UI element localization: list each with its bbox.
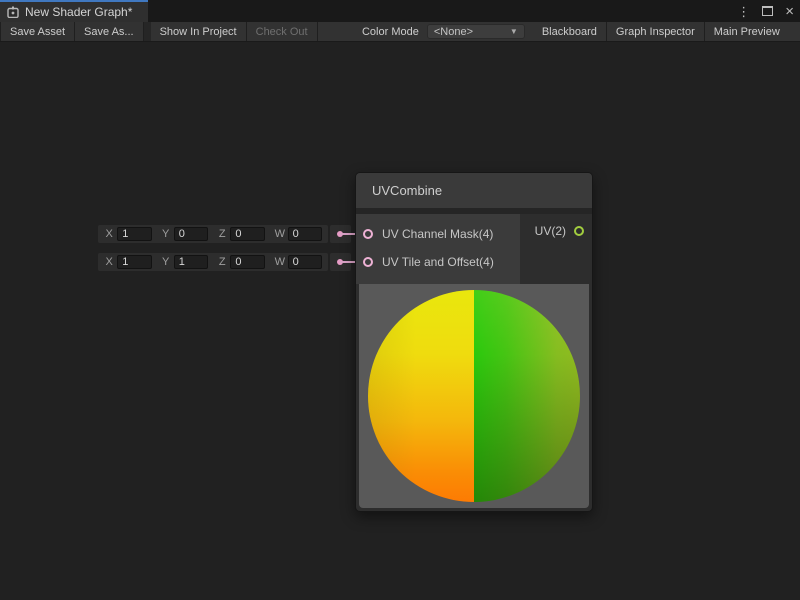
z-field[interactable]: 0 [230,227,264,241]
output-port-row: UV(2) [520,224,584,238]
uv-preview-sphere [368,290,580,502]
tab-bar: New Shader Graph* ⋮ × [0,0,800,22]
input-port-row: UV Tile and Offset(4) [356,248,520,276]
y-field[interactable]: 0 [174,227,208,241]
uv-preview-right-half [474,290,580,502]
y-label: Y [162,228,170,240]
w-field[interactable]: 0 [288,255,322,269]
toolbar-group-gap [144,22,151,41]
close-icon[interactable]: × [785,4,794,19]
node-output-section: UV(2) [520,214,592,284]
z-field[interactable]: 0 [230,255,264,269]
color-mode-value: <None> [434,26,473,38]
input-port-icon[interactable] [363,257,373,267]
node-title: UVCombine [372,183,442,198]
input-port-row: UV Channel Mask(4) [356,220,520,248]
shader-graph-icon [7,6,19,18]
x-label: X [105,256,113,268]
x-field[interactable]: 1 [117,255,151,269]
z-label: Z [218,256,226,268]
input-port-label: UV Tile and Offset(4) [382,255,494,269]
node-body: UV Channel Mask(4) UV Tile and Offset(4)… [356,214,592,284]
w-label: W [275,256,284,268]
toolbar: Save Asset Save As... Show In Project Ch… [0,22,800,42]
node-input-section: UV Channel Mask(4) UV Tile and Offset(4) [356,214,520,284]
show-in-project-button[interactable]: Show In Project [151,22,247,41]
w-label: W [275,228,284,240]
window-controls: ⋮ × [737,0,794,22]
x-label: X [105,228,113,240]
w-field[interactable]: 0 [288,227,322,241]
z-label: Z [218,228,226,240]
check-out-button: Check Out [247,22,318,41]
vector4-input-row-1: X 1 Y 0 Z 0 W 0 [98,225,328,243]
node-preview-panel [359,284,589,508]
uv-preview-left-half [368,290,474,502]
shader-graph-window: New Shader Graph* ⋮ × Save Asset Save As… [0,0,800,600]
y-label: Y [162,256,170,268]
tab-title: New Shader Graph* [25,5,132,19]
color-mode-label: Color Mode [318,22,427,41]
chevron-down-icon: ▼ [510,27,518,36]
save-asset-button[interactable]: Save Asset [0,22,75,41]
input-port-label: UV Channel Mask(4) [382,227,493,241]
node-title-bar[interactable]: UVCombine [356,173,592,208]
color-mode-dropdown[interactable]: <None> ▼ [427,24,525,39]
x-field[interactable]: 1 [117,227,151,241]
graph-inspector-button[interactable]: Graph Inspector [607,22,705,41]
kebab-menu-icon[interactable]: ⋮ [737,5,750,18]
vector4-input-row-2: X 1 Y 1 Z 0 W 0 [98,253,328,271]
y-field[interactable]: 1 [174,255,208,269]
save-as-button[interactable]: Save As... [75,22,144,41]
output-port-icon[interactable] [574,226,584,236]
main-preview-button[interactable]: Main Preview [705,22,800,41]
node-uvcombine[interactable]: UVCombine UV Channel Mask(4) UV Tile and… [355,172,593,512]
maximize-icon[interactable] [762,6,773,16]
tab-new-shader-graph[interactable]: New Shader Graph* [0,0,148,22]
input-port-icon[interactable] [363,229,373,239]
blackboard-button[interactable]: Blackboard [533,22,607,41]
output-port-label: UV(2) [535,224,566,238]
